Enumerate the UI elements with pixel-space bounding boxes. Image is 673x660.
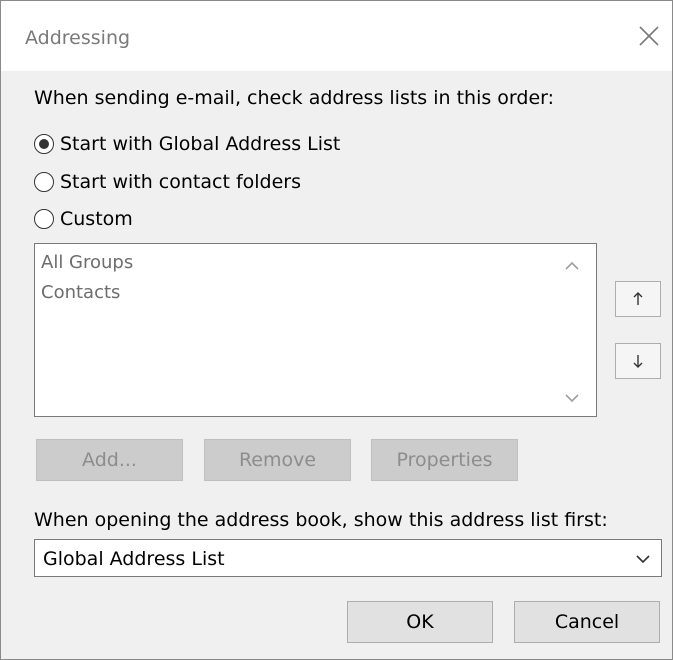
chevron-down-icon (636, 555, 650, 564)
dialog-body: When sending e-mail, check address lists… (1, 71, 672, 659)
move-down-button[interactable] (615, 343, 661, 379)
scroll-down-button[interactable] (562, 388, 582, 408)
radio-indicator[interactable] (34, 172, 54, 192)
title-bar: Addressing (1, 1, 672, 71)
chevron-up-icon (565, 261, 579, 270)
radio-custom[interactable]: Custom (34, 206, 133, 232)
move-up-button[interactable] (615, 281, 661, 317)
radio-label: Start with Global Address List (60, 133, 341, 155)
addressing-dialog: Addressing When sending e-mail, check ad… (0, 0, 673, 660)
radio-indicator[interactable] (34, 209, 54, 229)
move-up-icon (633, 292, 643, 305)
radio-selected-dot (39, 139, 49, 149)
sending-order-label: When sending e-mail, check address lists… (34, 87, 555, 109)
select-value: Global Address List (43, 548, 225, 570)
opening-label: When opening the address book, show this… (34, 509, 608, 531)
properties-button[interactable]: Properties (371, 439, 518, 481)
list-item[interactable]: All Groups (41, 252, 133, 273)
address-list-select[interactable]: Global Address List (34, 539, 662, 577)
radio-indicator[interactable] (34, 134, 54, 154)
cancel-button[interactable]: Cancel (514, 601, 660, 643)
remove-button[interactable]: Remove (204, 439, 351, 481)
add-button[interactable]: Add... (36, 439, 183, 481)
address-list-box[interactable]: All Groups Contacts (34, 243, 597, 417)
scroll-up-button[interactable] (562, 256, 582, 276)
close-button[interactable] (634, 21, 664, 51)
close-icon (639, 26, 659, 46)
ok-button[interactable]: OK (347, 601, 493, 643)
radio-start-contacts[interactable]: Start with contact folders (34, 169, 301, 195)
list-item[interactable]: Contacts (41, 282, 120, 303)
window-title: Addressing (25, 27, 131, 49)
chevron-down-icon (565, 394, 579, 403)
radio-label: Start with contact folders (60, 171, 301, 193)
move-down-icon (633, 355, 643, 368)
radio-label: Custom (60, 208, 133, 230)
radio-start-global[interactable]: Start with Global Address List (34, 131, 340, 157)
